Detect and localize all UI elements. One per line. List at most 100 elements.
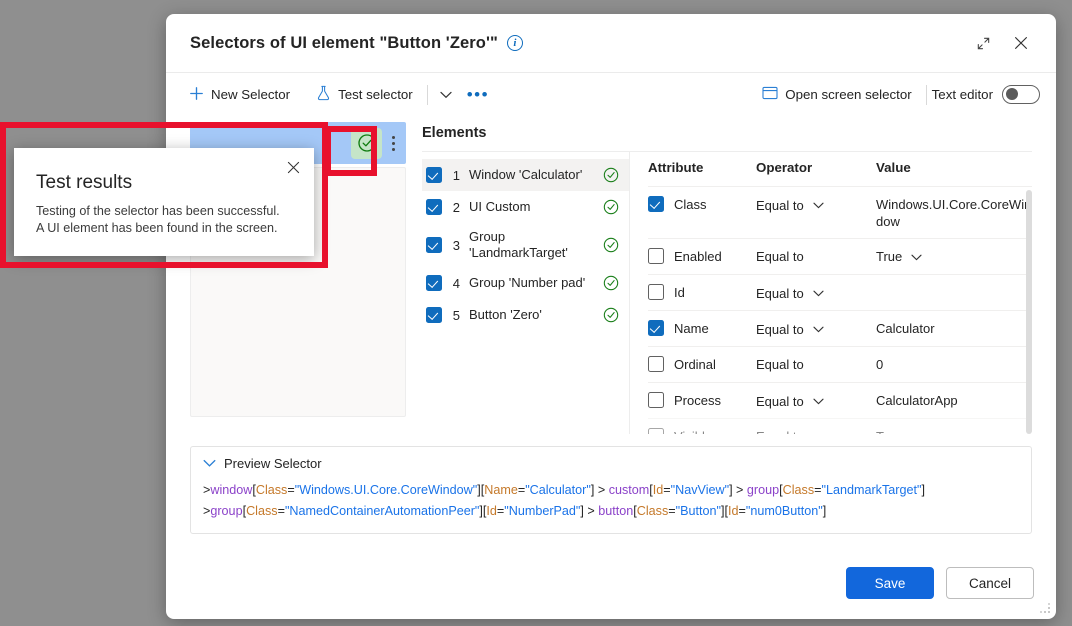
test-selector-label: Test selector — [338, 87, 413, 102]
attribute-checkbox[interactable] — [648, 284, 664, 300]
check-circle-icon — [603, 237, 619, 253]
element-label: Window 'Calculator' — [469, 167, 583, 182]
chevron-down-icon[interactable] — [813, 320, 824, 338]
toolbar-right-group: Open screen selector Text editor — [753, 81, 1040, 108]
attribute-value[interactable]: Windows.UI.Core.CoreWindow — [876, 196, 1032, 230]
attribute-row[interactable]: Class Equal to Windows.UI.Core.CoreWindow — [648, 186, 1032, 238]
attribute-operator: Equal to — [756, 321, 804, 337]
attribute-value[interactable]: Calculator — [876, 320, 935, 337]
preview-selector-code[interactable]: >window[Class="Windows.UI.Core.CoreWindo… — [203, 480, 1019, 522]
element-row[interactable]: 2 UI Custom — [422, 191, 629, 223]
attribute-name: Enabled — [674, 249, 722, 264]
attributes-header-value: Value — [876, 160, 911, 175]
attribute-value[interactable]: True — [876, 428, 902, 434]
element-checkbox[interactable] — [426, 167, 442, 183]
chevron-down-icon[interactable] — [813, 196, 824, 214]
element-checkbox[interactable] — [426, 307, 442, 323]
attribute-row[interactable]: Visible Equal to True — [648, 418, 1032, 434]
text-editor-label: Text editor — [931, 87, 993, 102]
element-label: Group 'Number pad' — [469, 275, 586, 290]
attribute-checkbox[interactable] — [648, 248, 664, 264]
attributes-rows: Class Equal to Windows.UI.Core.CoreWindow E… — [648, 186, 1032, 434]
elements-and-attributes: 1 Window 'Calculator' 2 UI Custom 3 Group 'La… — [422, 152, 1032, 434]
chevron-down-icon[interactable] — [911, 428, 922, 434]
attribute-checkbox[interactable] — [648, 428, 664, 434]
screen-icon — [762, 86, 778, 103]
chevron-down-icon[interactable] — [433, 86, 459, 104]
attributes-scrollbar[interactable] — [1026, 190, 1032, 434]
attribute-value[interactable]: CalculatorApp — [876, 392, 958, 409]
attribute-value[interactable]: 0 — [876, 356, 883, 373]
chevron-down-icon[interactable] — [813, 284, 824, 302]
resize-grip[interactable] — [1040, 603, 1052, 615]
ellipsis-icon[interactable]: ••• — [459, 86, 497, 104]
check-circle-icon[interactable] — [351, 127, 382, 159]
element-checkbox[interactable] — [426, 237, 442, 253]
element-checkbox[interactable] — [426, 275, 442, 291]
element-index: 4 — [452, 275, 460, 291]
attribute-checkbox[interactable] — [648, 320, 664, 336]
preview-selector-label: Preview Selector — [224, 456, 322, 471]
attribute-checkbox[interactable] — [648, 196, 664, 212]
open-screen-selector-button[interactable]: Open screen selector — [753, 81, 920, 108]
text-editor-toggle[interactable] — [1002, 85, 1040, 104]
chevron-down-icon[interactable] — [813, 392, 824, 410]
check-circle-icon — [603, 307, 619, 323]
element-label: Button 'Zero' — [469, 307, 542, 322]
element-checkbox[interactable] — [426, 199, 442, 215]
element-index: 1 — [452, 167, 460, 183]
attribute-value[interactable]: True — [876, 248, 902, 265]
element-label: Group 'LandmarkTarget' — [469, 229, 568, 260]
chevron-down-icon[interactable] — [911, 248, 922, 266]
element-row[interactable]: 1 Window 'Calculator' — [422, 159, 629, 191]
attribute-name: Id — [674, 285, 685, 300]
dialog-titlebar: Selectors of UI element "Button 'Zero'" … — [166, 14, 1056, 72]
cancel-button[interactable]: Cancel — [946, 567, 1034, 599]
attributes-header-operator: Operator — [756, 160, 813, 175]
open-screen-selector-label: Open screen selector — [785, 87, 912, 102]
element-index: 2 — [452, 199, 460, 215]
elements-list: 1 Window 'Calculator' 2 UI Custom 3 Group 'La… — [422, 152, 630, 434]
preview-selector-toggle[interactable]: Preview Selector — [203, 456, 1019, 480]
attributes-header: Attribute Operator Value — [648, 152, 1032, 186]
chevron-down-icon — [203, 456, 216, 471]
check-circle-icon — [603, 199, 619, 215]
selector-line: >window[Class="Windows.UI.Core.CoreWindo… — [203, 483, 925, 497]
attribute-name: Visible — [674, 428, 712, 434]
info-icon[interactable]: i — [506, 35, 523, 51]
plus-icon — [189, 86, 204, 104]
new-selector-button[interactable]: New Selector — [180, 81, 299, 109]
attribute-checkbox[interactable] — [648, 392, 664, 408]
test-results-popup: Test results Testing of the selector has… — [14, 148, 314, 256]
element-row[interactable]: 3 Group 'LandmarkTarget' — [422, 223, 629, 267]
expand-icon[interactable] — [966, 28, 1000, 58]
attribute-operator: Equal to — [756, 285, 804, 301]
attribute-row[interactable]: Enabled Equal to True — [648, 238, 1032, 274]
attribute-row[interactable]: Name Equal to Calculator — [648, 310, 1032, 346]
attribute-name: Name — [674, 321, 709, 336]
vertical-ellipsis-icon[interactable] — [384, 135, 402, 151]
toolbar-divider-2 — [925, 84, 927, 105]
element-label: UI Custom — [469, 199, 531, 214]
test-selector-button[interactable]: Test selector — [307, 80, 422, 109]
attribute-operator: Equal to — [756, 197, 804, 213]
attribute-row[interactable]: Id Equal to — [648, 274, 1032, 310]
preview-selector-panel: Preview Selector >window[Class="Windows.… — [190, 446, 1032, 534]
element-index: 5 — [452, 307, 460, 323]
element-row[interactable]: 5 Button 'Zero' — [422, 299, 629, 331]
attributes-header-attribute: Attribute — [648, 160, 704, 175]
element-row[interactable]: 4 Group 'Number pad' — [422, 267, 629, 299]
check-circle-icon — [603, 167, 619, 183]
dialog-footer: Save Cancel — [846, 567, 1034, 599]
attribute-name: Ordinal — [674, 357, 716, 372]
attribute-checkbox[interactable] — [648, 356, 664, 372]
element-index: 3 — [452, 237, 460, 253]
close-icon[interactable] — [280, 154, 306, 180]
dialog-title: Selectors of UI element "Button 'Zero'" — [190, 33, 498, 52]
attribute-row[interactable]: Ordinal Equal to 0 — [648, 346, 1032, 382]
close-icon[interactable] — [1004, 28, 1038, 58]
titlebar-actions — [966, 28, 1038, 58]
elements-panel: Elements 1 Window 'Calculator' 2 UI Custom 3… — [422, 116, 1032, 434]
save-button[interactable]: Save — [846, 567, 934, 599]
attribute-row[interactable]: Process Equal to CalculatorApp — [648, 382, 1032, 418]
